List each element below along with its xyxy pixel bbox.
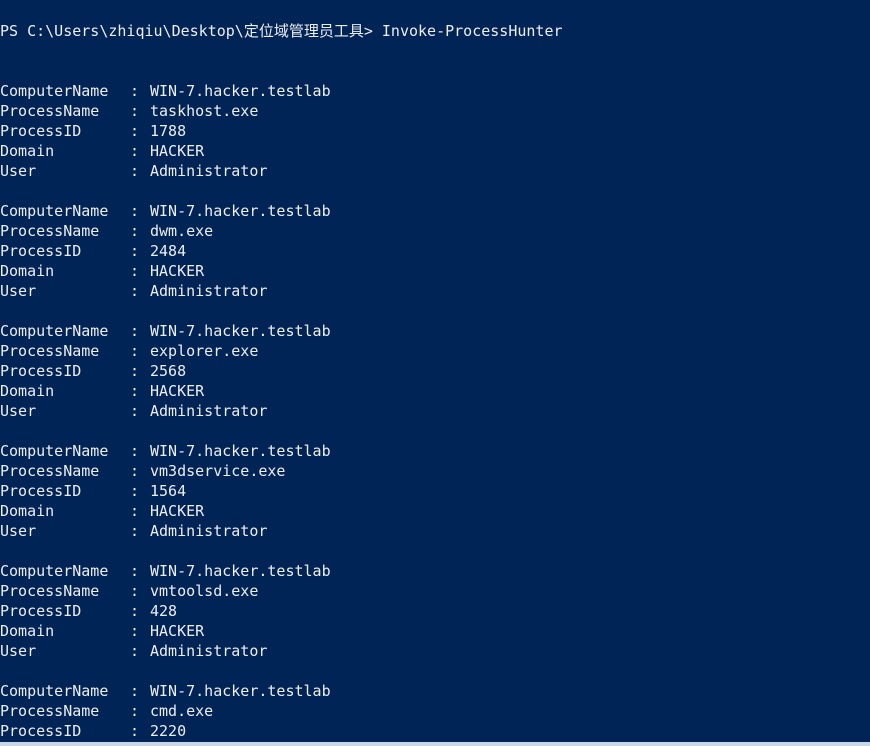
field-value: Administrator <box>150 402 268 420</box>
field-label: ProcessName <box>0 102 100 120</box>
field-value: 2220 <box>150 722 187 740</box>
field-label: ProcessName <box>0 342 100 360</box>
field-label: ProcessName <box>0 222 100 240</box>
field-separator: : <box>130 622 140 640</box>
field-label: Domain <box>0 502 55 520</box>
field-separator: : <box>130 602 140 620</box>
field-separator: : <box>130 442 140 460</box>
field-separator: : <box>130 522 140 540</box>
field-value: taskhost.exe <box>150 102 259 120</box>
field-value: HACKER <box>150 262 205 280</box>
field-label: User <box>0 162 37 180</box>
field-separator: : <box>130 202 140 220</box>
field-label: ComputerName <box>0 322 109 340</box>
field-label: ProcessName <box>0 582 100 600</box>
field-value: HACKER <box>150 622 205 640</box>
field-value: 1564 <box>150 482 187 500</box>
field-label: ComputerName <box>0 562 109 580</box>
field-value: HACKER <box>150 142 205 160</box>
field-separator: : <box>130 262 140 280</box>
field-label: Domain <box>0 262 55 280</box>
field-label: ProcessID <box>0 122 82 140</box>
field-separator: : <box>130 502 140 520</box>
field-label: ProcessName <box>0 462 100 480</box>
field-value: WIN-7.hacker.testlab <box>150 322 331 340</box>
powershell-console[interactable]: PS C:\Users\zhiqiu\Desktop\定位域管理员工具> Inv… <box>0 0 870 742</box>
field-label: ProcessID <box>0 602 82 620</box>
field-label: Domain <box>0 382 55 400</box>
field-value: WIN-7.hacker.testlab <box>150 82 331 100</box>
field-separator: : <box>130 142 140 160</box>
field-label: ComputerName <box>0 442 109 460</box>
field-value: 428 <box>150 602 178 620</box>
field-separator: : <box>130 242 140 260</box>
field-label: ProcessID <box>0 362 82 380</box>
field-separator: : <box>130 642 140 660</box>
field-value: 2568 <box>150 362 187 380</box>
field-value: Administrator <box>150 162 268 180</box>
field-value: vmtoolsd.exe <box>150 582 259 600</box>
field-label: ComputerName <box>0 202 109 220</box>
field-label: ProcessID <box>0 242 82 260</box>
field-separator: : <box>130 382 140 400</box>
field-value: 2484 <box>150 242 187 260</box>
field-label: ProcessID <box>0 482 82 500</box>
field-value: cmd.exe <box>150 702 214 720</box>
field-value: dwm.exe <box>150 222 214 240</box>
field-value: WIN-7.hacker.testlab <box>150 202 331 220</box>
field-label: ComputerName <box>0 82 109 100</box>
field-separator: : <box>130 462 140 480</box>
field-separator: : <box>130 682 140 700</box>
field-value: WIN-7.hacker.testlab <box>150 442 331 460</box>
field-value: HACKER <box>150 382 205 400</box>
field-separator: : <box>130 722 140 740</box>
field-value: explorer.exe <box>150 342 259 360</box>
field-separator: : <box>130 322 140 340</box>
field-value: 1788 <box>150 122 187 140</box>
field-value: vm3dservice.exe <box>150 462 286 480</box>
field-separator: : <box>130 362 140 380</box>
field-separator: : <box>130 162 140 180</box>
field-separator: : <box>130 702 140 720</box>
field-label: ComputerName <box>0 682 109 700</box>
field-value: Administrator <box>150 282 268 300</box>
field-value: Administrator <box>150 522 268 540</box>
field-separator: : <box>130 582 140 600</box>
field-value: Administrator <box>150 642 268 660</box>
field-label: User <box>0 402 37 420</box>
prompt-line: PS C:\Users\zhiqiu\Desktop\定位域管理员工具> Inv… <box>0 21 563 41</box>
field-label: Domain <box>0 622 55 640</box>
field-separator: : <box>130 342 140 360</box>
field-separator: : <box>130 562 140 580</box>
field-separator: : <box>130 82 140 100</box>
field-separator: : <box>130 122 140 140</box>
field-separator: : <box>130 282 140 300</box>
window-bottom-edge <box>0 742 870 746</box>
field-separator: : <box>130 102 140 120</box>
field-label: ProcessID <box>0 722 82 740</box>
field-separator: : <box>130 482 140 500</box>
field-separator: : <box>130 402 140 420</box>
field-label: ProcessName <box>0 702 100 720</box>
field-label: User <box>0 642 37 660</box>
command-text: Invoke-ProcessHunter <box>381 22 563 40</box>
field-value: HACKER <box>150 502 205 520</box>
field-value: WIN-7.hacker.testlab <box>150 682 331 700</box>
field-value: WIN-7.hacker.testlab <box>150 562 331 580</box>
field-label: Domain <box>0 142 55 160</box>
field-label: User <box>0 282 37 300</box>
field-separator: : <box>130 222 140 240</box>
prompt-path: PS C:\Users\zhiqiu\Desktop\定位域管理员工具> <box>0 22 373 40</box>
field-label: User <box>0 522 37 540</box>
